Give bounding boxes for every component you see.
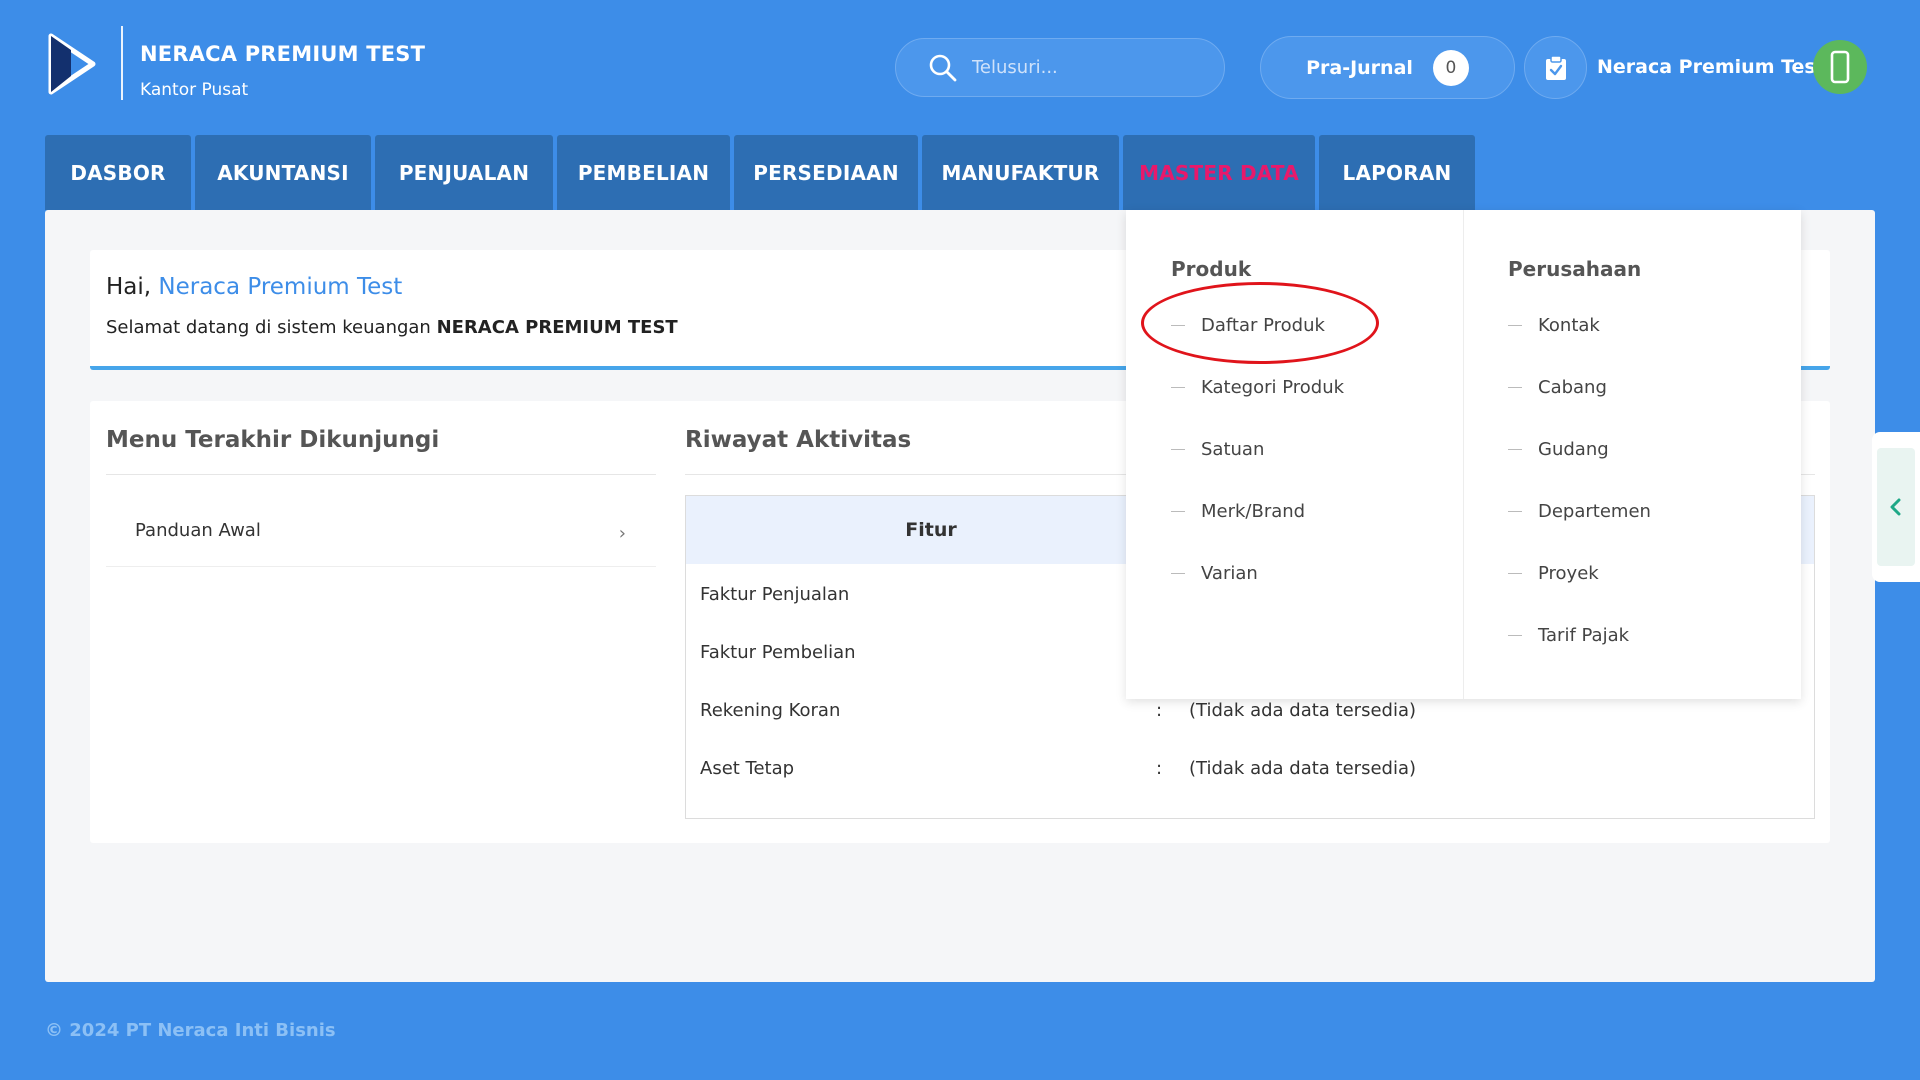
menu-item-kategori-produk[interactable]: Kategori Produk (1171, 377, 1344, 398)
tab-laporan[interactable]: LAPORAN (1319, 135, 1475, 210)
search-icon (929, 54, 957, 81)
menu-item-varian[interactable]: Varian (1171, 563, 1258, 584)
mobile-phone-icon (1830, 50, 1850, 84)
brand-divider (121, 26, 123, 100)
dash-icon (1508, 511, 1522, 512)
prajurnal-label: Pra-Jurnal (1306, 56, 1413, 79)
welcome-company: NERACA PREMIUM TEST (436, 317, 678, 338)
chevron-left-icon (1890, 498, 1901, 516)
brand-text: NERACA PREMIUM TEST Kantor Pusat (140, 42, 425, 100)
master-data-dropdown: Produk Daftar Produk Kategori Produk Sat… (1126, 210, 1801, 699)
dropdown-column-produk: Produk (1171, 257, 1251, 281)
tab-pembelian[interactable]: PEMBELIAN (557, 135, 730, 210)
activity-row-label: Aset Tetap (700, 758, 795, 779)
column-header-fitur: Fitur (905, 519, 957, 541)
menu-item-tarif-pajak[interactable]: Tarif Pajak (1508, 625, 1629, 646)
dash-icon (1508, 325, 1522, 326)
activity-row-label: Faktur Penjualan (700, 584, 850, 605)
menu-item-label: Tarif Pajak (1538, 625, 1630, 646)
footer-copyright: © 2024 PT Neraca Inti Bisnis (45, 1020, 336, 1041)
menu-item-label: Kontak (1538, 315, 1600, 336)
menu-item-label: Merk/Brand (1201, 501, 1306, 522)
menu-item-kontak[interactable]: Kontak (1508, 315, 1600, 336)
recent-menu-title: Menu Terakhir Dikunjungi (106, 427, 440, 453)
tab-persediaan[interactable]: PERSEDIAAN (734, 135, 918, 210)
welcome-message: Selamat datang di sistem keuangan NERACA… (106, 317, 678, 338)
menu-item-label: Departemen (1538, 501, 1651, 522)
search-input[interactable] (972, 57, 1192, 78)
activity-row-label: Rekening Koran (700, 700, 841, 721)
search-box[interactable] (895, 38, 1225, 97)
activity-row-value: (Tidak ada data tersedia) (1189, 758, 1417, 779)
greeting-text: Hai, (106, 274, 152, 300)
welcome-greeting: Hai, Neraca Premium Test (106, 274, 402, 300)
dash-icon (1508, 449, 1522, 450)
divider (106, 474, 656, 475)
dash-icon (1508, 573, 1522, 574)
brand-title: NERACA PREMIUM TEST (140, 42, 426, 66)
recent-menu-item-label: Panduan Awal (135, 520, 261, 541)
menu-item-gudang[interactable]: Gudang (1508, 439, 1609, 460)
tab-penjualan[interactable]: PENJUALAN (375, 135, 553, 210)
welcome-message-text: Selamat datang di sistem keuangan (106, 317, 431, 338)
activity-title: Riwayat Aktivitas (685, 427, 912, 453)
tab-manufaktur[interactable]: MANUFAKTUR (922, 135, 1119, 210)
chevron-right-icon: › (618, 523, 626, 544)
menu-item-cabang[interactable]: Cabang (1508, 377, 1607, 398)
avatar[interactable] (1813, 40, 1867, 94)
prajurnal-count-badge: 0 (1432, 49, 1469, 86)
dash-icon (1508, 387, 1522, 388)
menu-item-merk-brand[interactable]: Merk/Brand (1171, 501, 1305, 522)
clipboard-check-icon (1545, 54, 1566, 80)
brand-subtitle: Kantor Pusat (140, 80, 249, 100)
dropdown-divider (1463, 210, 1464, 699)
greeting-user-name: Neraca Premium Test (158, 274, 403, 300)
menu-item-departemen[interactable]: Departemen (1508, 501, 1651, 522)
prajurnal-button[interactable]: Pra-Jurnal 0 (1260, 36, 1515, 99)
menu-item-satuan[interactable]: Satuan (1171, 439, 1264, 460)
activity-row-colon: : (1156, 758, 1163, 779)
dash-icon (1171, 387, 1185, 388)
dash-icon (1171, 573, 1185, 574)
main-nav: DASBOR AKUNTANSI PENJUALAN PEMBELIAN PER… (45, 135, 1479, 210)
activity-row-colon: : (1156, 700, 1163, 721)
tab-dasbor[interactable]: DASBOR (45, 135, 191, 210)
menu-item-label: Gudang (1538, 439, 1609, 460)
menu-item-proyek[interactable]: Proyek (1508, 563, 1599, 584)
tab-master-data[interactable]: MASTER DATA (1123, 135, 1315, 210)
dropdown-header-perusahaan: Perusahaan (1508, 257, 1642, 281)
dash-icon (1171, 449, 1185, 450)
menu-item-label: Proyek (1538, 563, 1599, 584)
dash-icon (1508, 635, 1522, 636)
tab-akuntansi[interactable]: AKUNTANSI (195, 135, 371, 210)
side-panel-toggle-inner (1877, 448, 1915, 566)
recent-menu-item[interactable]: Panduan Awal › (106, 495, 656, 567)
side-panel-toggle[interactable] (1872, 432, 1920, 582)
brand[interactable]: NERACA PREMIUM TEST Kantor Pusat (45, 26, 425, 100)
menu-item-label: Satuan (1201, 439, 1265, 460)
highlight-circle (1141, 282, 1379, 364)
user-name[interactable]: Neraca Premium Test (1597, 56, 1825, 78)
dropdown-column-perusahaan: Perusahaan (1508, 257, 1641, 281)
brand-logo-icon (48, 33, 96, 95)
menu-item-label: Varian (1201, 563, 1258, 584)
dropdown-header-produk: Produk (1171, 257, 1252, 281)
activity-row-label: Faktur Pembelian (700, 642, 856, 663)
task-clipboard-button[interactable] (1524, 36, 1587, 99)
dash-icon (1171, 511, 1185, 512)
menu-item-label: Kategori Produk (1201, 377, 1345, 398)
activity-row-value: (Tidak ada data tersedia) (1189, 700, 1417, 721)
menu-item-label: Cabang (1538, 377, 1607, 398)
